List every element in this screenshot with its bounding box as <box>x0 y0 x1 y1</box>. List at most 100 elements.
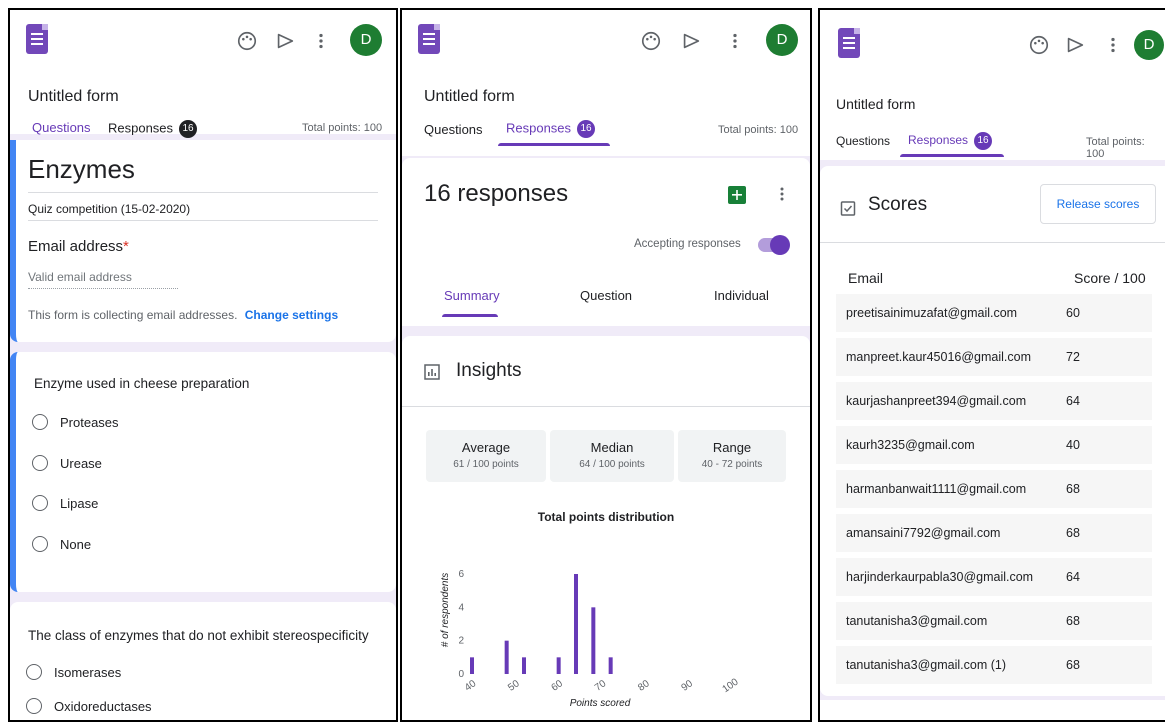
radio-option-2[interactable] <box>32 455 48 471</box>
row-email: amansaini7792@gmail.com <box>846 526 1001 540</box>
tab-summary[interactable]: Summary <box>444 288 500 303</box>
accepting-toggle[interactable] <box>758 235 790 255</box>
question-card-1[interactable]: Enzyme used in cheese preparation Protea… <box>10 352 396 592</box>
send-icon[interactable] <box>1064 34 1086 56</box>
stat-value: 61 / 100 points <box>453 459 519 470</box>
table-row[interactable]: tanutanisha3@gmail.com 68 <box>836 602 1152 640</box>
form-header: D Untitled form Questions Responses 16 To… <box>10 10 396 138</box>
scores-divider <box>820 242 1165 243</box>
tab-questions[interactable]: Questions <box>32 120 91 135</box>
table-row[interactable]: amansaini7792@gmail.com 68 <box>836 514 1152 552</box>
tab-underline <box>498 143 610 146</box>
insights-card: Insights Average 61 / 100 points Median … <box>402 336 810 720</box>
form-header: D Untitled form Questions Responses 16 To… <box>402 10 810 156</box>
toggle-knob <box>770 235 790 255</box>
palette-icon[interactable] <box>640 30 662 52</box>
description-divider <box>28 220 378 221</box>
tab-responses[interactable]: Responses 16 <box>108 120 198 138</box>
tab-responses[interactable]: Responses 16 <box>506 120 596 138</box>
tab-responses-label: Responses <box>908 133 969 148</box>
table-row[interactable]: harmanbanwait1111@gmail.com 68 <box>836 470 1152 508</box>
x-tick-label: 100 <box>721 676 741 695</box>
avatar[interactable]: D <box>1134 30 1164 60</box>
table-row[interactable]: kaurjashanpreet394@gmail.com 64 <box>836 382 1152 420</box>
more-vert-icon[interactable] <box>1102 34 1124 56</box>
forms-logo-icon[interactable] <box>838 28 860 58</box>
avatar[interactable]: D <box>766 24 798 56</box>
row-score: 68 <box>1066 658 1080 672</box>
question-title: Enzyme used in cheese preparation <box>34 376 250 391</box>
send-icon[interactable] <box>680 30 702 52</box>
chart-bar <box>470 657 474 674</box>
stat-range: Range 40 - 72 points <box>678 430 786 482</box>
tab-question[interactable]: Question <box>580 288 632 303</box>
stat-label: Range <box>712 440 752 455</box>
stat-median: Median 64 / 100 points <box>550 430 674 482</box>
response-count-badge: 16 <box>577 120 596 138</box>
option-label: Proteases <box>60 415 119 430</box>
radio-option-2[interactable] <box>26 698 42 714</box>
stat-value: 64 / 100 points <box>579 459 645 470</box>
response-count-badge: 16 <box>974 132 993 150</box>
radio-option-1[interactable] <box>32 414 48 430</box>
table-row[interactable]: harjinderkaurpabla30@gmail.com 64 <box>836 558 1152 596</box>
forms-logo-icon[interactable] <box>418 24 440 54</box>
chart-bar <box>504 640 509 674</box>
tab-responses[interactable]: Responses 16 <box>908 132 993 150</box>
chart-bar <box>522 657 526 674</box>
x-tick-label: 80 <box>636 678 652 694</box>
question-title: The class of enzymes that do not exhibit… <box>28 628 369 643</box>
scores-card: Scores Release scores Email Score / 100 … <box>820 166 1165 696</box>
palette-icon[interactable] <box>236 30 258 52</box>
avatar[interactable]: D <box>350 24 382 56</box>
row-score: 40 <box>1066 438 1080 452</box>
stat-average: Average 61 / 100 points <box>426 430 546 482</box>
total-points: Total points: 100 <box>302 122 383 134</box>
collecting-note-text: This form is collecting email addresses. <box>28 308 238 322</box>
quiz-title[interactable]: Enzymes <box>28 154 135 185</box>
send-icon[interactable] <box>274 30 296 52</box>
tab-individual[interactable]: Individual <box>714 288 769 303</box>
next-card <box>820 700 1165 720</box>
palette-icon[interactable] <box>1028 34 1050 56</box>
radio-option-4[interactable] <box>32 536 48 552</box>
row-email: harmanbanwait1111@gmail.com <box>846 482 1027 496</box>
more-vert-icon[interactable] <box>772 184 792 204</box>
row-email: tanutanisha3@gmail.com (1) <box>846 658 1006 672</box>
more-vert-icon[interactable] <box>310 30 332 52</box>
row-score: 72 <box>1066 350 1080 364</box>
stat-label: Average <box>461 440 511 455</box>
collecting-note: This form is collecting email addresses.… <box>28 308 338 322</box>
radio-option-1[interactable] <box>26 664 42 680</box>
option-label: Urease <box>60 456 102 471</box>
row-score: 68 <box>1066 482 1080 496</box>
responses-heading: 16 responses <box>424 180 569 207</box>
row-score: 64 <box>1066 394 1080 408</box>
more-vert-icon[interactable] <box>724 30 746 52</box>
table-row[interactable]: kaurh3235@gmail.com 40 <box>836 426 1152 464</box>
sheets-icon[interactable] <box>728 186 746 204</box>
email-label: Email address* <box>28 238 129 255</box>
chart-bar <box>556 657 561 674</box>
title-divider <box>28 192 378 193</box>
scores-title: Scores <box>868 194 928 215</box>
insights-icon <box>424 364 440 380</box>
email-placeholder: Valid email address <box>28 270 132 284</box>
option-label: Lipase <box>60 496 99 511</box>
x-tick-label: 50 <box>506 678 522 694</box>
quiz-description[interactable]: Quiz competition (15-02-2020) <box>28 202 190 216</box>
accepting-responses-label: Accepting responses <box>634 238 741 250</box>
radio-option-3[interactable] <box>32 495 48 511</box>
release-scores-button[interactable]: Release scores <box>1040 184 1156 224</box>
email-field-line <box>28 288 178 289</box>
row-email: kaurh3235@gmail.com <box>846 438 975 452</box>
tab-questions[interactable]: Questions <box>836 134 890 148</box>
table-row[interactable]: preetisainimuzafat@gmail.com 60 <box>836 294 1152 332</box>
change-settings-link[interactable]: Change settings <box>245 308 338 322</box>
forms-logo-icon[interactable] <box>26 24 48 54</box>
table-row[interactable]: manpreet.kaur45016@gmail.com 72 <box>836 338 1152 376</box>
tab-questions[interactable]: Questions <box>424 122 483 137</box>
question-card-2[interactable]: The class of enzymes that do not exhibit… <box>10 602 396 720</box>
form-header: D Untitled form Questions Responses 16 To… <box>820 10 1165 160</box>
table-row[interactable]: tanutanisha3@gmail.com (1) 68 <box>836 646 1152 684</box>
